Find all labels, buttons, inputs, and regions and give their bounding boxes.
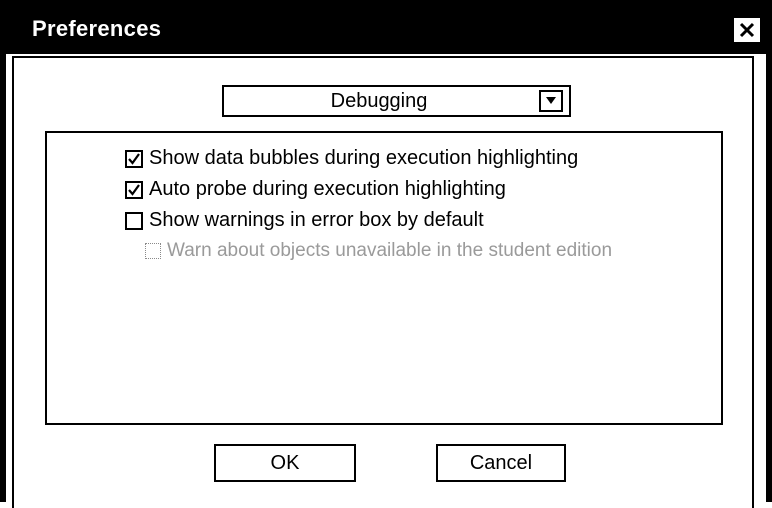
dropdown-arrow-button[interactable] xyxy=(539,90,563,112)
chevron-down-icon xyxy=(546,97,556,104)
category-dropdown-value: Debugging xyxy=(330,90,428,112)
option-label: Show data bubbles during execution highl… xyxy=(149,147,579,169)
option-show-data-bubbles[interactable]: Show data bubbles during execution highl… xyxy=(125,147,578,170)
checkbox-disabled xyxy=(145,243,161,259)
checkbox-checked[interactable] xyxy=(125,149,143,168)
option-label: Show warnings in error box by default xyxy=(149,209,484,231)
cancel-button[interactable]: Cancel xyxy=(436,444,566,482)
close-button[interactable] xyxy=(732,16,762,44)
ok-button[interactable]: OK xyxy=(214,444,356,482)
checkbox-unchecked[interactable] xyxy=(125,211,143,230)
close-icon xyxy=(739,22,755,38)
dialog-body: Debugging Show data bubbles during execu… xyxy=(12,56,754,508)
checkmark-icon xyxy=(128,183,140,196)
option-label: Auto probe during execution highlighting xyxy=(149,178,506,200)
options-panel: Show data bubbles during execution highl… xyxy=(45,131,723,425)
preferences-dialog: Preferences Debugging Show data bubbles … xyxy=(0,0,772,508)
option-warn-student-edition: Warn about objects unavailable in the st… xyxy=(145,240,612,262)
option-show-warnings[interactable]: Show warnings in error box by default xyxy=(125,209,484,232)
option-label: Warn about objects unavailable in the st… xyxy=(167,240,613,261)
category-dropdown[interactable]: Debugging xyxy=(222,85,571,117)
window-title: Preferences xyxy=(32,16,162,41)
checkbox-checked[interactable] xyxy=(125,180,143,199)
title-bar[interactable]: Preferences xyxy=(6,6,766,54)
option-auto-probe[interactable]: Auto probe during execution highlighting xyxy=(125,178,506,201)
checkmark-icon xyxy=(128,152,140,165)
